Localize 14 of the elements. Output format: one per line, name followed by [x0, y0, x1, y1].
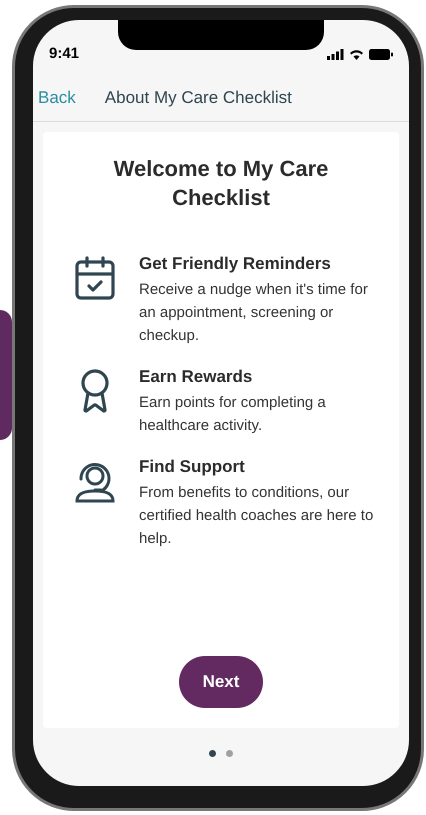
status-time: 9:41	[49, 44, 80, 64]
feature-description: Receive a nudge when it's time for an appointment, screening or checkup.	[139, 280, 369, 346]
feature-description: Earn points for completing a healthcare activity.	[139, 393, 327, 436]
feature-description: From benefits to conditions, our certified health coaches are here to help.	[139, 483, 374, 549]
card-title: Welcome to My Care Checklist	[112, 155, 330, 212]
feature-title: Get Friendly Reminders	[139, 253, 332, 275]
page-title: About My Care Checklist	[104, 86, 292, 109]
battery-icon	[369, 48, 393, 60]
signal-icon	[327, 48, 344, 60]
next-button[interactable]: Next	[179, 656, 263, 708]
feature-title: Find Support	[139, 456, 246, 478]
back-link[interactable]: Back	[38, 84, 76, 110]
feature-title: Earn Rewards	[139, 366, 254, 388]
wifi-icon	[349, 48, 364, 60]
